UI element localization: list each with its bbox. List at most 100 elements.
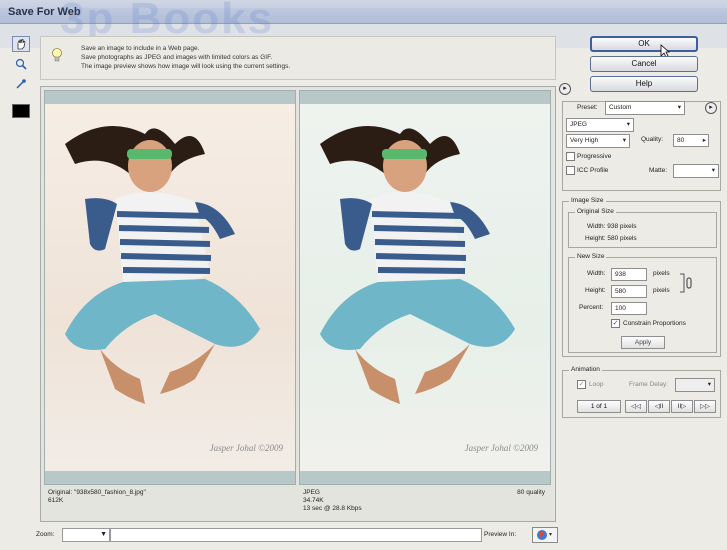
original-image: Jasper Johal ©2009 (45, 104, 295, 471)
animation-nav: ◁◁ ◁II II▷ ▷▷ (625, 400, 717, 413)
chevron-down-icon: ▾ (622, 137, 626, 144)
original-size-title: Original Size (575, 208, 616, 215)
next-frame-button[interactable]: II▷ (671, 400, 693, 413)
last-frame-button[interactable]: ▷▷ (694, 400, 716, 413)
progressive-label: Progressive (577, 153, 612, 160)
pane-header (45, 91, 295, 104)
link-icon (680, 273, 692, 293)
matte-label: Matte: (649, 167, 668, 174)
quality-slider-arrow-icon[interactable]: ▸ (703, 135, 706, 146)
apply-label: Apply (634, 339, 652, 346)
hand-tool[interactable] (12, 36, 30, 52)
bottom-bar: Zoom: ▼ Preview In: (32, 527, 560, 545)
chevron-down-icon: ▾ (626, 121, 630, 128)
first-frame-button[interactable]: ◁◁ (625, 400, 647, 413)
frame-counter: 1 of 1 (577, 400, 621, 413)
ok-button[interactable]: OK (590, 36, 698, 52)
original-width: Width: 938 pixels (587, 223, 637, 230)
next-frame-icon: II▷ (677, 403, 687, 410)
pane-footer (300, 471, 550, 484)
frame-delay-label: Frame Delay: (629, 381, 669, 388)
optimized-format: JPEG (303, 489, 320, 496)
help-button[interactable]: Help (590, 76, 698, 92)
chevron-down-icon: ▾ (677, 104, 681, 111)
frame-delay-select[interactable]: ▾ (675, 378, 715, 392)
info-text: Save an image to include in a Web page. … (81, 44, 290, 71)
zoom-icon (15, 58, 27, 70)
expand-arrow-icon[interactable]: ▸ (559, 83, 571, 95)
pane-footer (45, 471, 295, 484)
chevron-down-icon: ▾ (711, 167, 715, 174)
info-line-1: Save an image to include in a Web page. (81, 45, 200, 52)
last-frame-icon: ▷▷ (700, 403, 710, 410)
frame-counter-text: 1 of 1 (590, 403, 608, 410)
height-input[interactable]: 580 (611, 285, 647, 298)
quality-preset-value: Very High (570, 137, 599, 144)
preview-in-label: Preview In: (484, 531, 517, 538)
optimize-settings: Preset: Custom ▾ ▸ JPEG ▾ Very High ▾ Quali… (562, 101, 721, 191)
new-size-group: New Size Width: 938 pixels Height: 580 p… (568, 253, 717, 353)
loop-label: Loop (589, 381, 604, 388)
original-info: Original: "938x580_fashion_8.jpg" 612K (44, 487, 296, 519)
loop-checkbox[interactable]: ✓ (577, 380, 586, 389)
optimized-size: 34.74K (303, 497, 324, 504)
image-size-title: Image Size (569, 197, 606, 204)
previous-frame-button[interactable]: ◁II (648, 400, 670, 413)
optimized-info: JPEG 34.74K 13 sec @ 28.8 Kbps 80 qualit… (299, 487, 551, 519)
eyedropper-icon (16, 79, 26, 89)
eyedropper-tool[interactable] (12, 76, 30, 92)
animation-title: Animation (569, 366, 602, 373)
jumping-woman-photo (65, 126, 260, 404)
photo-credit: Jasper Johal ©2009 (464, 443, 538, 453)
percent-label: Percent: (579, 304, 604, 311)
browser-icon (537, 530, 552, 540)
preview-in-browser-button[interactable] (532, 527, 558, 543)
animation-panel: Animation ✓ Loop Frame Delay: ▾ 1 of 1 ◁… (562, 366, 721, 418)
optimized-pane[interactable]: Jasper Johal ©2009 (299, 90, 551, 485)
width-value: 938 (615, 271, 626, 278)
quality-input[interactable]: 80 ▸ (673, 134, 709, 147)
ok-label: OK (638, 39, 650, 48)
icc-profile-checkbox[interactable] (566, 166, 575, 175)
preset-label: Preset: (577, 104, 598, 111)
original-pane[interactable]: Jasper Johal ©2009 (44, 90, 296, 485)
cancel-button[interactable]: Cancel (590, 56, 698, 72)
chevron-down-icon: ▾ (707, 381, 711, 388)
percent-value: 100 (615, 305, 626, 312)
constrain-proportions-label: Constrain Proportions (623, 320, 686, 327)
quality-label: Quality: (641, 136, 664, 143)
matte-select[interactable]: ▾ (673, 164, 719, 178)
apply-button[interactable]: Apply (621, 336, 665, 349)
preset-select[interactable]: Custom ▾ (605, 101, 685, 115)
percent-input[interactable]: 100 (611, 302, 647, 315)
eyedropper-color-swatch[interactable] (12, 104, 30, 118)
jumping-woman-photo (320, 126, 515, 404)
optimized-quality: 80 quality (517, 489, 545, 496)
zoom-label: Zoom: (36, 531, 55, 538)
optimized-download-time: 13 sec @ 28.8 Kbps (303, 505, 362, 512)
format-select[interactable]: JPEG ▾ (566, 118, 634, 132)
width-label: Width: (587, 270, 606, 277)
icc-profile-label: ICC Profile (577, 167, 609, 174)
tool-column (12, 36, 34, 118)
optimize-menu-icon[interactable]: ▸ (705, 102, 717, 114)
original-size: 612K (48, 497, 64, 504)
quality-value: 80 (677, 137, 685, 144)
preset-value: Custom (609, 104, 632, 111)
constrain-proportions-checkbox[interactable]: ✓ (611, 319, 620, 328)
cancel-label: Cancel (631, 59, 657, 68)
height-unit: pixels (653, 287, 670, 294)
pane-header (300, 91, 550, 104)
progressive-checkbox[interactable] (566, 152, 575, 161)
zoom-select[interactable]: ▼ (62, 528, 110, 542)
optimized-image: Jasper Johal ©2009 (300, 104, 550, 471)
help-label: Help (635, 79, 653, 88)
width-unit: pixels (653, 270, 670, 277)
quality-preset-select[interactable]: Very High ▾ (566, 134, 630, 148)
zoom-tool[interactable] (12, 56, 30, 72)
width-input[interactable]: 938 (611, 268, 647, 281)
info-line-2: Save photographs as JPEG and images with… (81, 54, 273, 61)
original-size-group: Original Size Width: 938 pixels Height: … (568, 208, 717, 248)
image-size-panel: Image Size Original Size Width: 938 pixe… (562, 197, 721, 357)
hand-icon (17, 39, 26, 50)
